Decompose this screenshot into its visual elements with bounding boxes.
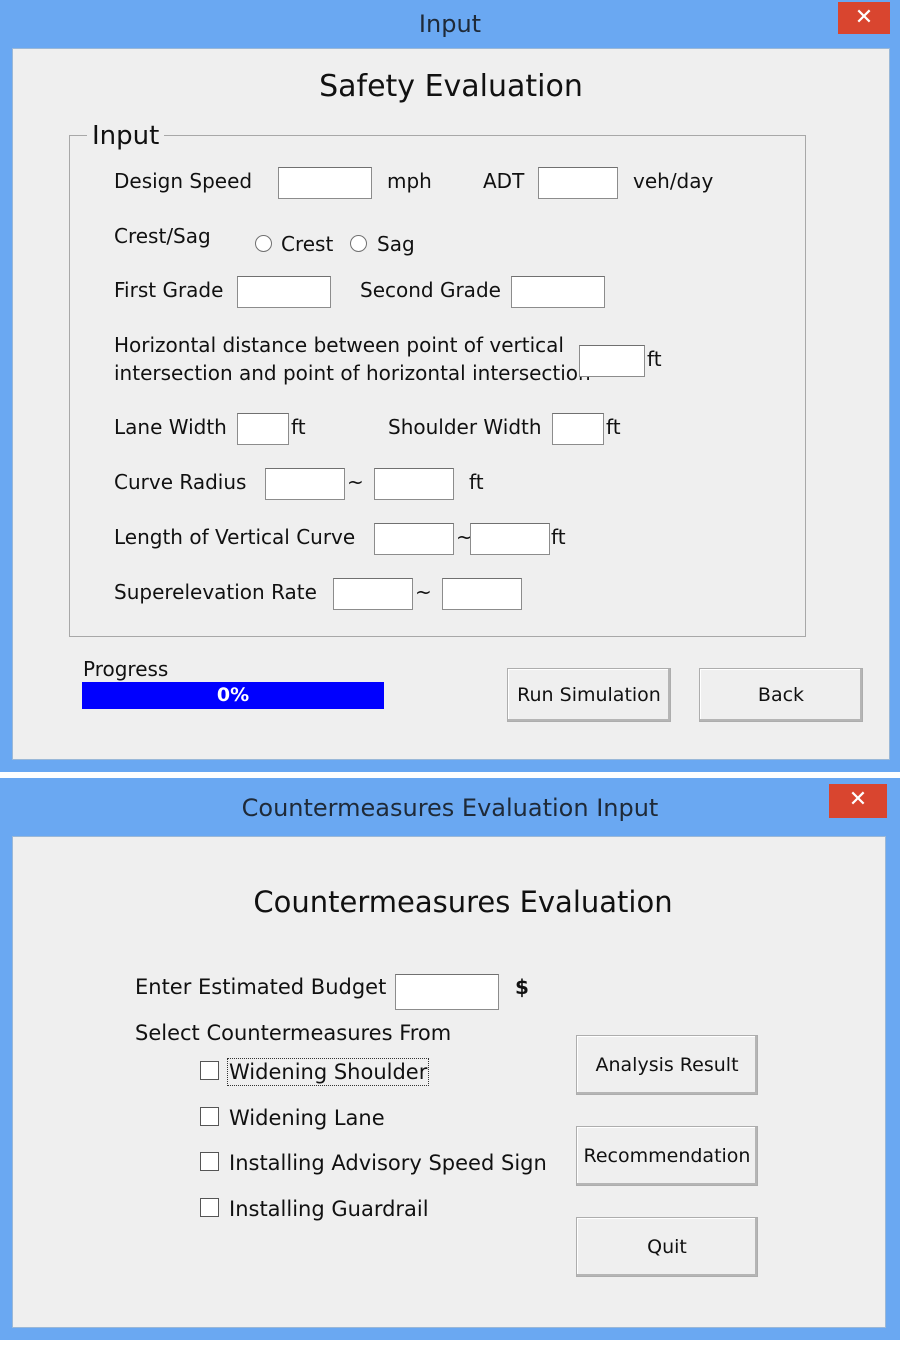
crest-sag-label: Crest/Sag — [114, 224, 211, 248]
vertical-curve-label: Length of Vertical Curve — [114, 525, 356, 549]
progress-label: Progress — [83, 657, 169, 681]
shoulder-width-label: Shoulder Width — [388, 415, 542, 439]
curve-radius-separator: ~ — [347, 470, 364, 494]
curve-radius-min-input[interactable] — [265, 468, 345, 500]
second-grade-input[interactable] — [511, 276, 605, 308]
design-speed-unit: mph — [387, 169, 432, 193]
close-icon[interactable]: ✕ — [829, 784, 887, 818]
guardrail-checkbox[interactable] — [200, 1198, 219, 1217]
input-client-area: Safety Evaluation Input Design Speed mph… — [12, 48, 890, 760]
analysis-result-button[interactable]: Analysis Result — [576, 1035, 758, 1095]
vertical-curve-unit: ft — [551, 525, 566, 549]
widening-lane-label[interactable]: Widening Lane — [229, 1106, 385, 1130]
curve-radius-label: Curve Radius — [114, 470, 247, 494]
guardrail-label[interactable]: Installing Guardrail — [229, 1197, 429, 1221]
crest-radio[interactable] — [255, 235, 272, 252]
vertical-curve-min-input[interactable] — [374, 523, 454, 555]
crest-option-label: Crest — [281, 232, 334, 256]
first-grade-label: First Grade — [114, 278, 224, 302]
recommendation-button[interactable]: Recommendation — [576, 1126, 758, 1186]
select-countermeasures-label: Select Countermeasures From — [135, 1021, 452, 1045]
group-label: Input — [87, 121, 165, 151]
sag-radio[interactable] — [350, 235, 367, 252]
budget-input[interactable] — [395, 974, 499, 1010]
input-groupbox — [69, 135, 806, 637]
lane-width-label: Lane Width — [114, 415, 227, 439]
horizontal-distance-unit: ft — [647, 347, 662, 371]
lane-width-input[interactable] — [237, 413, 289, 445]
widening-lane-checkbox[interactable] — [200, 1107, 219, 1126]
input-window: Input ✕ Safety Evaluation Input Design S… — [0, 0, 900, 772]
budget-unit: $ — [515, 975, 529, 999]
superelevation-label: Superelevation Rate — [114, 580, 317, 604]
lane-width-unit: ft — [291, 415, 306, 439]
first-grade-input[interactable] — [237, 276, 331, 308]
adt-label: ADT — [483, 169, 525, 193]
second-grade-label: Second Grade — [360, 278, 501, 302]
superelevation-max-input[interactable] — [442, 578, 522, 610]
horizontal-distance-label-line2: intersection and point of horizontal int… — [114, 361, 591, 385]
vertical-curve-max-input[interactable] — [470, 523, 550, 555]
advisory-speed-sign-checkbox[interactable] — [200, 1152, 219, 1171]
curve-radius-unit: ft — [469, 470, 484, 494]
progress-bar: 0% — [82, 682, 384, 709]
design-speed-label: Design Speed — [114, 169, 253, 193]
advisory-speed-sign-label[interactable]: Installing Advisory Speed Sign — [229, 1151, 547, 1175]
run-simulation-button[interactable]: Run Simulation — [507, 668, 671, 722]
shoulder-width-input[interactable] — [552, 413, 604, 445]
adt-unit: veh/day — [633, 169, 714, 193]
countermeasures-client-area: Countermeasures Evaluation Enter Estimat… — [12, 836, 886, 1328]
window-title: Countermeasures Evaluation Input — [241, 794, 659, 822]
sag-option-label: Sag — [377, 232, 415, 256]
superelevation-separator: ~ — [415, 580, 432, 604]
superelevation-min-input[interactable] — [333, 578, 413, 610]
page-title: Safety Evaluation — [319, 69, 583, 104]
countermeasures-window: Countermeasures Evaluation Input ✕ Count… — [0, 778, 900, 1340]
shoulder-width-unit: ft — [606, 415, 621, 439]
widening-shoulder-checkbox[interactable] — [200, 1061, 219, 1080]
horizontal-distance-label-line1: Horizontal distance between point of ver… — [114, 333, 564, 357]
adt-input[interactable] — [538, 167, 618, 199]
close-icon[interactable]: ✕ — [838, 2, 890, 34]
design-speed-input[interactable] — [278, 167, 372, 199]
quit-button[interactable]: Quit — [576, 1217, 758, 1277]
window-title: Input — [418, 10, 482, 38]
widening-shoulder-label[interactable]: Widening Shoulder — [226, 1058, 430, 1086]
page-title: Countermeasures Evaluation — [253, 885, 673, 919]
curve-radius-max-input[interactable] — [374, 468, 454, 500]
horizontal-distance-input[interactable] — [579, 345, 645, 377]
back-button[interactable]: Back — [699, 668, 863, 722]
budget-label: Enter Estimated Budget — [135, 975, 387, 999]
